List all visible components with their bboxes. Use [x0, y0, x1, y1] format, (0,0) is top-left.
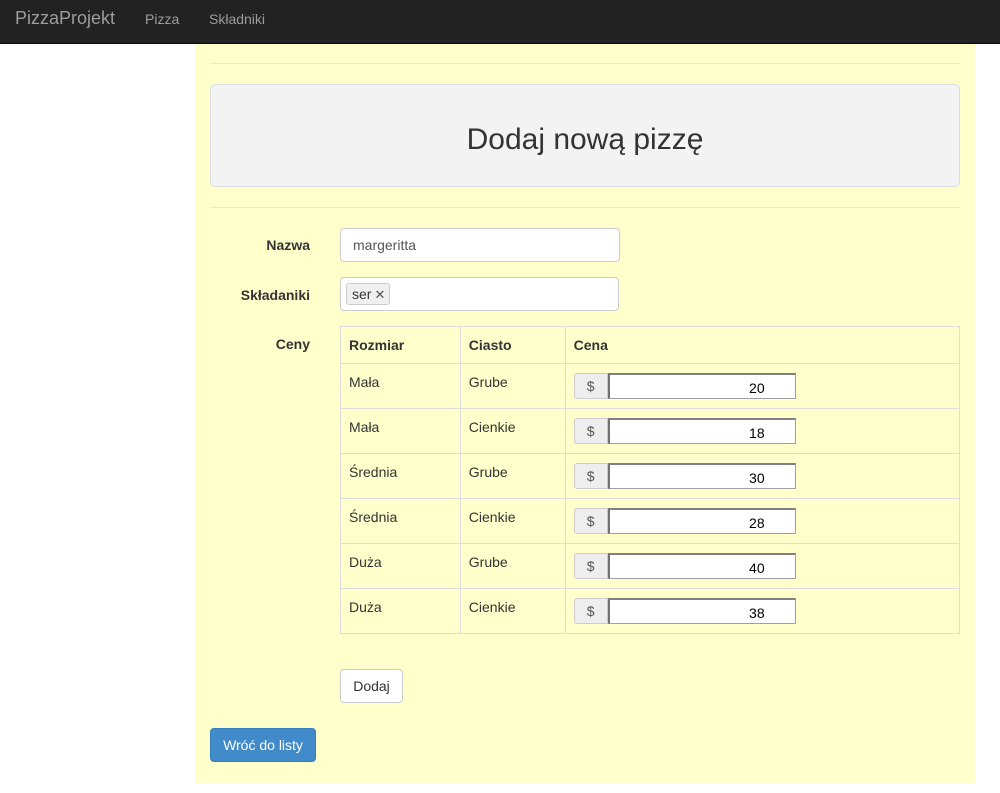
size-cell: Mała [340, 363, 461, 409]
price-cell: $ [564, 363, 961, 409]
dough-cell: Cienkie [459, 408, 566, 454]
price-cell: $ [564, 408, 961, 454]
table-row: Średnia Grube $ [340, 453, 961, 499]
price-input[interactable] [607, 598, 796, 624]
table-header-row: Rozmiar Ciasto Cena [340, 326, 961, 364]
prices-table: Rozmiar Ciasto Cena Mała Grube $ Mała Ci… [340, 326, 961, 634]
prices-label: Ceny [275, 336, 310, 352]
page-header: Dodaj nową pizzę [210, 84, 960, 187]
add-pizza-button[interactable]: Dodaj [340, 669, 403, 703]
brand-link[interactable]: PizzaProjekt [15, 8, 115, 28]
main-content: Dodaj nową pizzę Nazwa Składaniki ser✕ C… [195, 44, 975, 783]
price-cell: $ [564, 588, 961, 634]
dough-cell: Grube [459, 453, 566, 499]
top-navbar: PizzaProjekt Pizza Składniki [0, 0, 1000, 44]
table-row: Duża Cienkie $ [340, 588, 961, 634]
size-cell: Mała [340, 408, 461, 454]
table-row: Mała Grube $ [340, 363, 961, 409]
dough-cell: Cienkie [459, 588, 566, 634]
currency-addon: $ [573, 463, 608, 489]
price-input-group: $ [573, 598, 796, 624]
currency-addon: $ [573, 508, 608, 534]
price-input-group: $ [573, 463, 796, 489]
size-cell: Duża [340, 543, 461, 589]
remove-tag-icon[interactable]: ✕ [374, 287, 385, 302]
divider [210, 63, 960, 64]
price-input[interactable] [607, 463, 796, 489]
divider [210, 207, 960, 208]
price-input-group: $ [573, 553, 796, 579]
column-header-dough: Ciasto [459, 326, 566, 364]
price-input-group: $ [573, 418, 796, 444]
column-header-price: Cena [564, 326, 961, 364]
price-input[interactable] [607, 508, 796, 534]
size-cell: Średnia [340, 453, 461, 499]
size-cell: Duża [340, 588, 461, 634]
back-to-list-button[interactable]: Wróć do listy [210, 728, 316, 762]
currency-addon: $ [573, 418, 608, 444]
name-label: Nazwa [266, 237, 310, 253]
name-input[interactable] [340, 228, 620, 262]
dough-cell: Grube [459, 543, 566, 589]
price-input-group: $ [573, 508, 796, 534]
currency-addon: $ [573, 373, 608, 399]
table-row: Duża Grube $ [340, 543, 961, 589]
price-cell: $ [564, 453, 961, 499]
size-cell: Średnia [340, 498, 461, 544]
table-row: Mała Cienkie $ [340, 408, 961, 454]
nav-link-skladniki[interactable]: Składniki [209, 11, 265, 27]
ingredients-tag-input[interactable]: ser ✕ [340, 277, 619, 311]
dough-cell: Grube [459, 363, 566, 409]
ingredients-label: Składaniki [240, 287, 310, 303]
ingredient-tag: ser ✕ [346, 283, 391, 305]
currency-addon: $ [573, 553, 608, 579]
dough-cell: Cienkie [459, 498, 566, 544]
price-cell: $ [564, 498, 961, 544]
currency-addon: $ [573, 598, 608, 624]
page-title: Dodaj nową pizzę [466, 123, 704, 156]
nav-link-pizza[interactable]: Pizza [145, 11, 179, 27]
price-input[interactable] [607, 418, 796, 444]
ingredient-tag-label: ser [352, 286, 372, 302]
price-input[interactable] [607, 373, 796, 399]
table-row: Średnia Cienkie $ [340, 498, 961, 544]
column-header-size: Rozmiar [340, 326, 461, 364]
price-input[interactable] [607, 553, 796, 579]
price-cell: $ [564, 543, 961, 589]
price-input-group: $ [573, 373, 796, 399]
